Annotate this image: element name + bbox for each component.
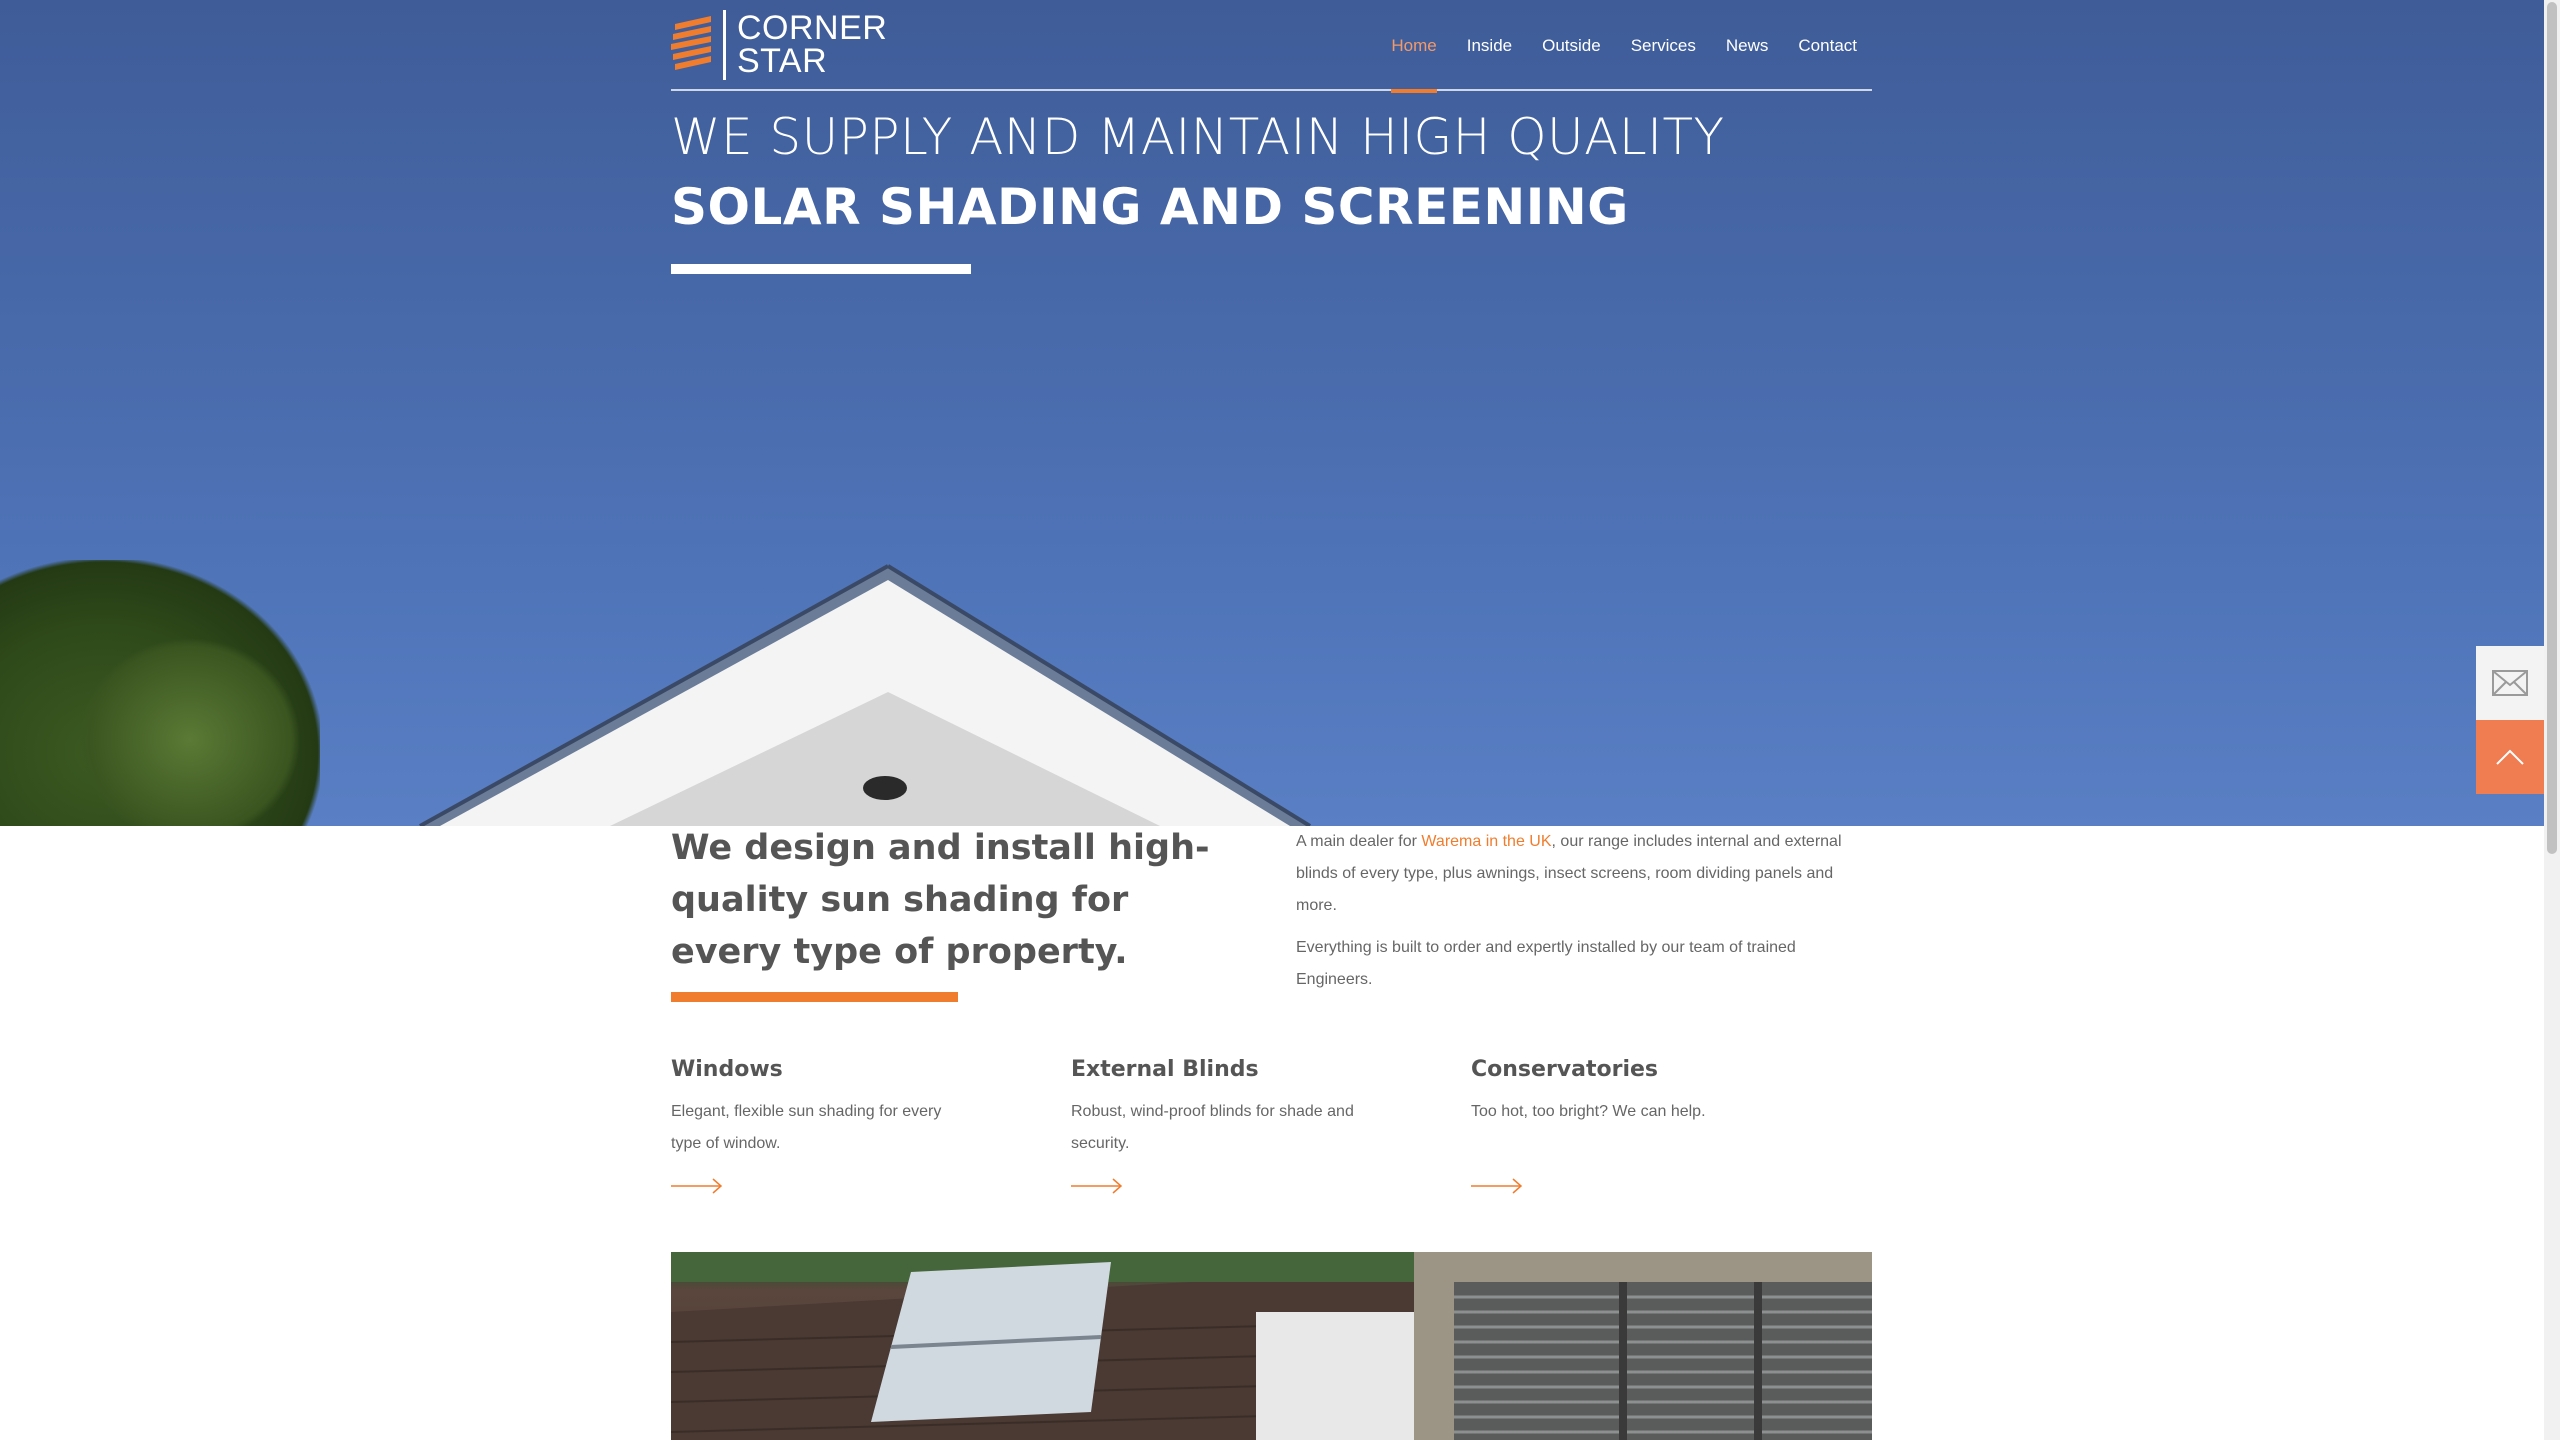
- intro-paragraph-1: A main dealer for Warema in the UK, our …: [1296, 826, 1872, 922]
- logo-divider: [723, 10, 726, 80]
- nav-outside[interactable]: Outside: [1527, 0, 1616, 91]
- roof-window-image: [671, 1252, 1414, 1440]
- back-to-top-button[interactable]: [2476, 720, 2544, 794]
- photo-roof-windows[interactable]: [671, 1252, 1414, 1440]
- feature-text: Robust, wind-proof blinds for shade and …: [1071, 1103, 1354, 1152]
- intro-para1-start: A main dealer for: [1296, 833, 1422, 850]
- site-logo[interactable]: CORNER STAR: [671, 10, 887, 80]
- feature-title[interactable]: Windows: [671, 1052, 971, 1088]
- arrow-right-icon[interactable]: [1071, 1176, 1123, 1196]
- hero-banner: CORNER STAR Home Inside Outside Services…: [0, 0, 2560, 826]
- intro-paragraph-2: Everything is built to order and expertl…: [1296, 939, 1796, 988]
- logo-line-1: CORNER: [737, 9, 888, 47]
- feature-conservatories: Conservatories Too hot, too bright? We c…: [1471, 1052, 1771, 1194]
- feature-title[interactable]: Conservatories: [1471, 1052, 1771, 1088]
- main-nav: Home Inside Outside Services News Contac…: [1376, 0, 1872, 93]
- warema-link[interactable]: Warema in the UK: [1421, 833, 1551, 850]
- mail-icon: [2492, 670, 2528, 696]
- feature-text: Too hot, too bright? We can help.: [1471, 1103, 1706, 1120]
- nav-inside[interactable]: Inside: [1452, 0, 1527, 91]
- arrow-right-icon[interactable]: [1471, 1176, 1523, 1196]
- logo-line-2: STAR: [737, 42, 828, 80]
- arrow-right-icon[interactable]: [671, 1176, 723, 1196]
- contact-mail-button[interactable]: [2476, 646, 2544, 720]
- feature-external-blinds: External Blinds Robust, wind-proof blind…: [1071, 1052, 1371, 1194]
- intro-heading: We design and install high-quality sun s…: [671, 828, 1210, 972]
- nav-news[interactable]: News: [1711, 0, 1784, 91]
- nav-contact[interactable]: Contact: [1783, 0, 1872, 91]
- intro-text: A main dealer for Warema in the UK, our …: [1296, 826, 1872, 1006]
- site-header: CORNER STAR Home Inside Outside Services…: [671, 0, 1872, 93]
- hero-underline: [671, 264, 971, 274]
- chevron-up-icon: [2496, 749, 2524, 765]
- nav-services[interactable]: Services: [1616, 0, 1711, 91]
- feature-windows: Windows Elegant, flexible sun shading fo…: [671, 1052, 971, 1194]
- logo-wordmark: CORNER STAR: [737, 9, 888, 80]
- feature-text: Elegant, flexible sun shading for every …: [671, 1103, 942, 1152]
- feature-title[interactable]: External Blinds: [1071, 1052, 1371, 1088]
- photo-external-blinds[interactable]: [1414, 1252, 1872, 1440]
- scrollbar-thumb[interactable]: [2547, 2, 2557, 854]
- nav-home[interactable]: Home: [1376, 0, 1451, 93]
- hero-title-line-1: WE SUPPLY AND MAINTAIN HIGH QUALITY: [671, 108, 1725, 166]
- external-blinds-image: [1414, 1252, 1872, 1440]
- intro-underline: [671, 992, 958, 1002]
- hero-title-line-2: SOLAR SHADING AND SCREENING: [671, 178, 1629, 236]
- logo-stripes-icon: [671, 16, 711, 70]
